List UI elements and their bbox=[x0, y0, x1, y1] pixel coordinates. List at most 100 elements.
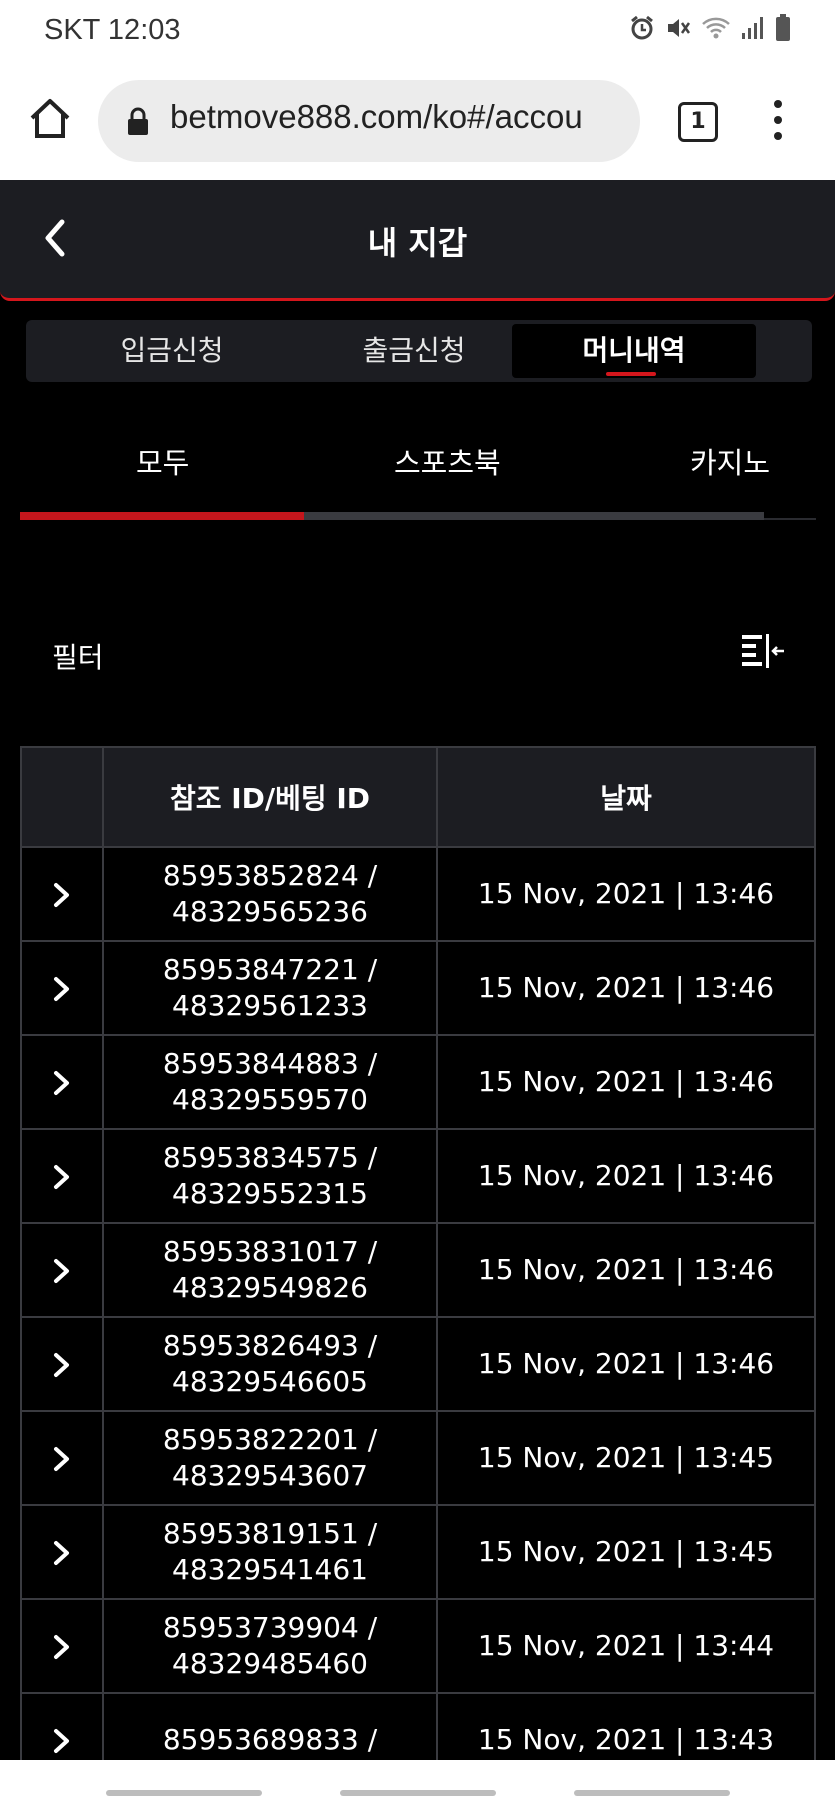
header-date: 날짜 bbox=[436, 746, 816, 848]
nav-gesture-pill[interactable] bbox=[340, 1790, 496, 1796]
chevron-right-icon[interactable] bbox=[51, 1351, 73, 1379]
table-row[interactable]: 85953739904 /48329485460 15 Nov, 2021 | 1… bbox=[20, 1598, 816, 1694]
ref-id: 85953831017 / bbox=[162, 1235, 378, 1268]
ref-bet-id-cell: 85953844883 /48329559570 bbox=[102, 1034, 438, 1130]
gesture-nav-bar bbox=[0, 1760, 835, 1809]
expand-cell[interactable] bbox=[20, 1128, 104, 1224]
date-cell: 15 Nov, 2021 | 13:46 bbox=[436, 940, 816, 1036]
category-tab-sportsbook[interactable]: 스포츠북 bbox=[394, 440, 501, 482]
ref-bet-id-cell: 85953739904 /48329485460 bbox=[102, 1598, 438, 1694]
ref-bet-id-cell: 85953831017 /48329549826 bbox=[102, 1222, 438, 1318]
filter-collapse-icon[interactable] bbox=[740, 632, 786, 672]
expand-cell[interactable] bbox=[20, 846, 104, 942]
chevron-right-icon[interactable] bbox=[51, 881, 73, 909]
ref-id: 85953826493 / bbox=[162, 1329, 378, 1362]
table-body: 85953852824 /48329565236 15 Nov, 2021 | 1… bbox=[20, 846, 816, 1788]
browser-toolbar: betmove888.com/ko#/accou 1 bbox=[0, 66, 835, 180]
signal-icon bbox=[742, 17, 763, 39]
address-bar[interactable]: betmove888.com/ko#/accou bbox=[98, 80, 640, 162]
page-title: 내 지갑 bbox=[367, 224, 468, 262]
expand-cell[interactable] bbox=[20, 1504, 104, 1600]
status-bar: SKT 12:03 bbox=[0, 0, 835, 66]
app-header: 내 지갑 bbox=[0, 180, 835, 301]
tab-withdraw[interactable]: 출금신청 bbox=[292, 324, 536, 378]
ref-id: 85953834575 / bbox=[162, 1141, 378, 1174]
nav-gesture-pill[interactable] bbox=[574, 1790, 730, 1796]
chevron-right-icon[interactable] bbox=[51, 975, 73, 1003]
table-row[interactable]: 85953826493 /48329546605 15 Nov, 2021 | 1… bbox=[20, 1316, 816, 1412]
home-icon[interactable] bbox=[28, 96, 72, 140]
bet-id: 48329565236 bbox=[172, 895, 368, 928]
tab-deposit[interactable]: 입금신청 bbox=[50, 324, 294, 378]
table-row[interactable]: 85953847221 /48329561233 15 Nov, 2021 | 1… bbox=[20, 940, 816, 1036]
chevron-right-icon[interactable] bbox=[51, 1069, 73, 1097]
bet-id: 48329552315 bbox=[172, 1177, 368, 1210]
bet-id: 48329485460 bbox=[172, 1647, 368, 1680]
table-row[interactable]: 85953822201 /48329543607 15 Nov, 2021 | 1… bbox=[20, 1410, 816, 1506]
tab-money-history[interactable]: 머니내역 bbox=[512, 324, 756, 378]
ref-id: 85953822201 / bbox=[162, 1423, 378, 1456]
tab-label: 입금신청 bbox=[120, 334, 224, 367]
wallet-tabs: 입금신청 출금신청 머니내역 bbox=[26, 320, 812, 382]
nav-gesture-pill[interactable] bbox=[106, 1790, 262, 1796]
expand-cell[interactable] bbox=[20, 1222, 104, 1318]
ref-id: 85953739904 / bbox=[162, 1611, 378, 1644]
transaction-table: 참조 ID/베팅 ID 날짜 85953852824 /48329565236 1… bbox=[20, 746, 816, 1788]
alarm-icon bbox=[631, 15, 653, 40]
table-row[interactable]: 85953844883 /48329559570 15 Nov, 2021 | 1… bbox=[20, 1034, 816, 1130]
date-cell: 15 Nov, 2021 | 13:46 bbox=[436, 1222, 816, 1318]
chevron-right-icon[interactable] bbox=[51, 1163, 73, 1191]
ref-bet-id-cell: 85953826493 /48329546605 bbox=[102, 1316, 438, 1412]
chevron-right-icon[interactable] bbox=[51, 1445, 73, 1473]
tab-switcher-button[interactable]: 1 bbox=[678, 102, 718, 142]
ref-bet-id-cell: 85953852824 /48329565236 bbox=[102, 846, 438, 942]
status-carrier-time: SKT 12:03 bbox=[44, 14, 181, 46]
ref-id: 85953852824 / bbox=[162, 859, 378, 892]
header-ref-bet-id: 참조 ID/베팅 ID bbox=[102, 746, 438, 848]
table-row[interactable]: 85953852824 /48329565236 15 Nov, 2021 | 1… bbox=[20, 846, 816, 942]
table-row[interactable]: 85953831017 /48329549826 15 Nov, 2021 | 1… bbox=[20, 1222, 816, 1318]
ref-bet-id-cell: 85953847221 /48329561233 bbox=[102, 940, 438, 1036]
filter-label: 필터 bbox=[52, 641, 104, 674]
expand-cell[interactable] bbox=[20, 1316, 104, 1412]
chevron-right-icon[interactable] bbox=[51, 1539, 73, 1567]
wifi-icon bbox=[702, 17, 730, 39]
table-row[interactable]: 85953819151 /48329541461 15 Nov, 2021 | 1… bbox=[20, 1504, 816, 1600]
category-tab-casino[interactable]: 카지노 bbox=[690, 440, 770, 482]
ref-id: 85953819151 / bbox=[162, 1517, 378, 1550]
more-vert-icon[interactable] bbox=[770, 100, 786, 144]
bet-id: 48329549826 bbox=[172, 1271, 368, 1304]
ref-bet-id-cell: 85953819151 /48329541461 bbox=[102, 1504, 438, 1600]
status-icons bbox=[629, 14, 791, 42]
url-text: betmove888.com/ko#/accou bbox=[170, 98, 583, 135]
chevron-right-icon[interactable] bbox=[51, 1633, 73, 1661]
table-row[interactable]: 85953834575 /48329552315 15 Nov, 2021 | 1… bbox=[20, 1128, 816, 1224]
mute-icon bbox=[668, 19, 691, 37]
table-header-row: 참조 ID/베팅 ID 날짜 bbox=[20, 746, 816, 848]
ref-bet-id-cell: 85953834575 /48329552315 bbox=[102, 1128, 438, 1224]
bet-id: 48329546605 bbox=[172, 1365, 368, 1398]
tab-label: 머니내역 bbox=[582, 334, 686, 367]
expand-cell[interactable] bbox=[20, 1410, 104, 1506]
category-tab-all[interactable]: 모두 bbox=[136, 440, 189, 482]
expand-cell[interactable] bbox=[20, 1034, 104, 1130]
expand-cell[interactable] bbox=[20, 1598, 104, 1694]
bet-id: 48329541461 bbox=[172, 1553, 368, 1586]
category-tab-divider bbox=[764, 518, 816, 520]
category-tab-indicator bbox=[20, 512, 304, 520]
lock-icon bbox=[128, 107, 148, 135]
date-cell: 15 Nov, 2021 | 13:46 bbox=[436, 1316, 816, 1412]
bet-id: 48329559570 bbox=[172, 1083, 368, 1116]
chevron-right-icon[interactable] bbox=[51, 1727, 73, 1755]
date-cell: 15 Nov, 2021 | 13:45 bbox=[436, 1410, 816, 1506]
tab-label: 출금신청 bbox=[362, 334, 466, 367]
expand-cell[interactable] bbox=[20, 940, 104, 1036]
ref-id: 85953844883 / bbox=[162, 1047, 378, 1080]
date-cell: 15 Nov, 2021 | 13:46 bbox=[436, 1128, 816, 1224]
date-cell: 15 Nov, 2021 | 13:44 bbox=[436, 1598, 816, 1694]
chevron-right-icon[interactable] bbox=[51, 1257, 73, 1285]
date-cell: 15 Nov, 2021 | 13:45 bbox=[436, 1504, 816, 1600]
ref-id: 85953689833 / bbox=[162, 1723, 378, 1756]
ref-bet-id-cell: 85953822201 /48329543607 bbox=[102, 1410, 438, 1506]
active-tab-indicator bbox=[606, 372, 656, 376]
